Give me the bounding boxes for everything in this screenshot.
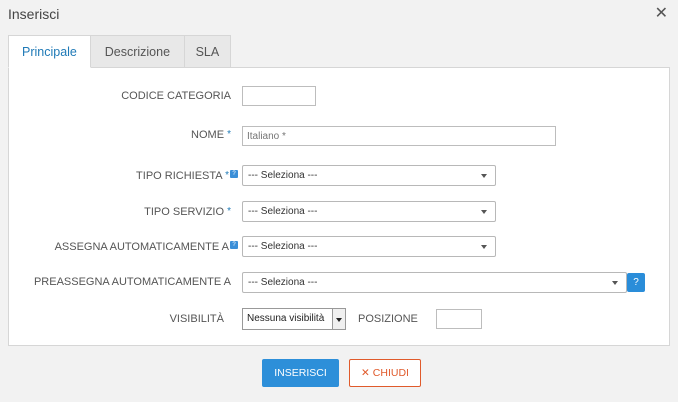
codice-categoria-label: CODICE CATEGORIA	[121, 90, 231, 102]
dialog-titlebar: Inserisci ✕	[0, 0, 678, 28]
nome-label: NOME *	[191, 129, 231, 141]
tipo-servizio-selected: --- Seleziona ---	[248, 206, 318, 217]
tipo-servizio-select[interactable]: --- Seleziona ---	[242, 201, 496, 222]
tipo-richiesta-selected: --- Seleziona ---	[248, 170, 318, 181]
tipo-servizio-label: TIPO SERVIZIO *	[144, 206, 231, 218]
tipo-servizio-label-text: TIPO SERVIZIO	[144, 206, 225, 218]
posizione-label: POSIZIONE	[358, 313, 418, 325]
close-icon: ✕	[361, 367, 370, 379]
required-marker: *	[225, 170, 229, 181]
chiudi-button[interactable]: ✕ CHIUDI	[349, 359, 421, 387]
inserisci-button-label: INSERISCI	[274, 367, 327, 379]
required-marker: *	[227, 206, 231, 217]
nome-label-text: NOME	[191, 129, 225, 141]
help-icon[interactable]: ?	[230, 241, 238, 249]
help-button[interactable]: ?	[627, 273, 645, 292]
visibilita-label: VISIBILITÀ	[169, 313, 224, 325]
codice-categoria-input[interactable]	[242, 86, 316, 106]
chevron-down-icon	[612, 281, 618, 285]
visibilita-selected: Nessuna visibilità	[247, 313, 325, 324]
tipo-richiesta-label: TIPO RICHIESTA *?	[136, 170, 238, 182]
tab-principale[interactable]: Principale	[8, 35, 91, 68]
visibilita-select[interactable]: Nessuna visibilità	[242, 308, 346, 330]
tipo-richiesta-label-text: TIPO RICHIESTA	[136, 170, 223, 182]
tab-descrizione[interactable]: Descrizione	[90, 35, 185, 68]
nome-input[interactable]	[242, 126, 556, 146]
required-marker: *	[227, 129, 231, 140]
chevron-down-icon	[481, 245, 487, 249]
preassegna-select[interactable]: --- Seleziona ---	[242, 272, 627, 293]
chevron-down-icon	[481, 210, 487, 214]
chevron-down-icon	[332, 309, 345, 329]
dialog-title: Inserisci	[8, 6, 60, 22]
tab-bar: Principale Descrizione SLA	[8, 35, 231, 68]
assegna-label-text: ASSEGNA AUTOMATICAMENTE A	[54, 241, 229, 253]
tipo-richiesta-select[interactable]: --- Seleziona ---	[242, 165, 496, 186]
assegna-selected: --- Seleziona ---	[248, 241, 318, 252]
close-icon[interactable]: ✕	[655, 3, 668, 22]
posizione-input[interactable]	[436, 309, 482, 329]
chiudi-button-label: CHIUDI	[372, 367, 409, 379]
tab-sla[interactable]: SLA	[184, 35, 231, 68]
inserisci-button[interactable]: INSERISCI	[262, 359, 339, 387]
preassegna-selected: --- Seleziona ---	[248, 277, 318, 288]
preassegna-label: PREASSEGNA AUTOMATICAMENTE A	[33, 276, 231, 288]
form-panel: CODICE CATEGORIA NOME * TIPO RICHIESTA *…	[8, 67, 670, 346]
assegna-label: ASSEGNA AUTOMATICAMENTE A?	[55, 241, 238, 253]
chevron-down-icon	[481, 174, 487, 178]
assegna-select[interactable]: --- Seleziona ---	[242, 236, 496, 257]
help-icon[interactable]: ?	[230, 170, 238, 178]
